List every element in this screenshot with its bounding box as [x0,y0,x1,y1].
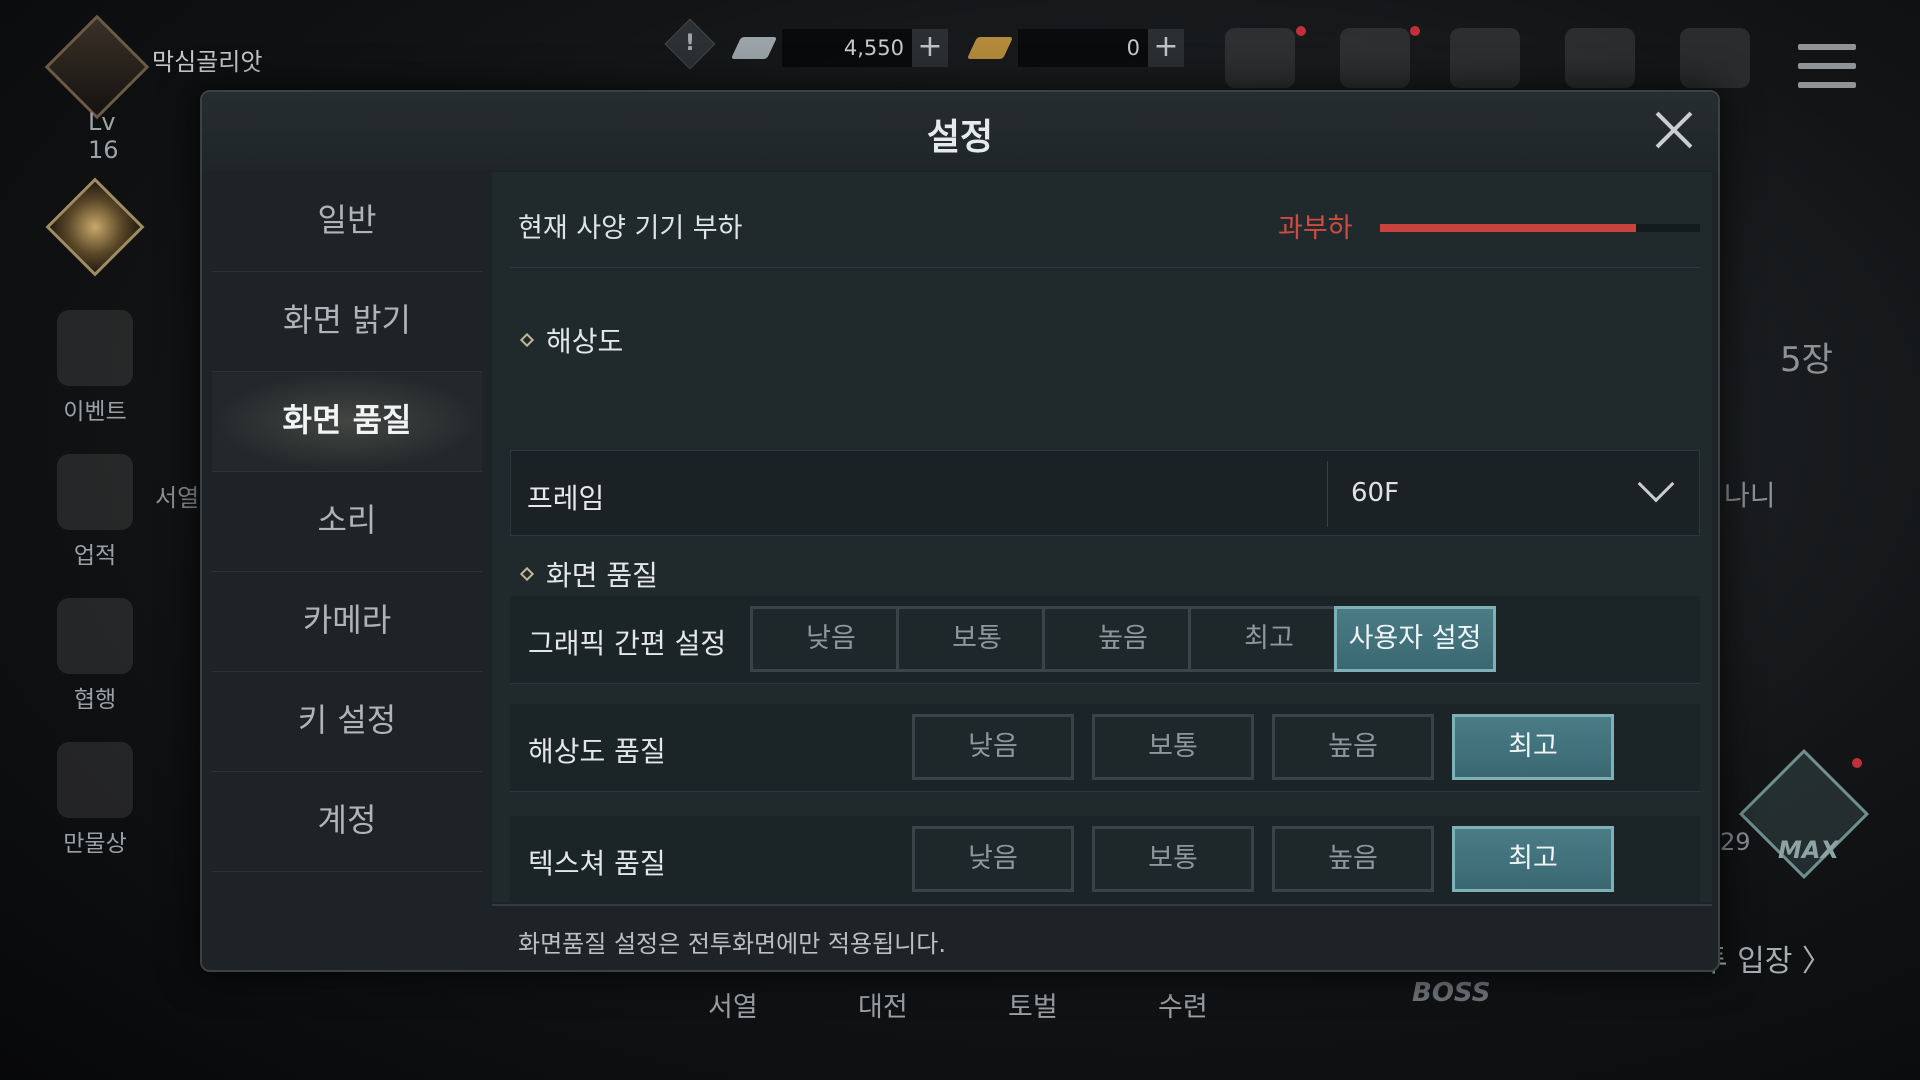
texture-quality-low-button[interactable]: 낮음 [912,826,1074,892]
side-item-label: 만물상 [63,831,127,857]
graphic-preset-high-button[interactable]: 높음 [1042,606,1204,672]
notification-dot [1296,26,1306,36]
diamond-bullet-icon [519,566,535,582]
bg-seoyeol-label: 서열 [155,484,200,512]
device-load-row: 현재 사양 기기 부하 과부하 [510,172,1700,268]
resolution-quality-low-button[interactable]: 낮음 [912,714,1074,780]
resolution-quality-best-button[interactable]: 최고 [1452,714,1614,780]
resolution-quality-label: 해상도 품질 [528,735,666,768]
bottom-tab-seoyeol[interactable]: 서열 [708,985,758,1024]
diamond-bullet-icon [519,332,535,348]
graphic-preset-custom-button[interactable]: 사용자 설정 [1334,606,1496,672]
texture-quality-normal-button[interactable]: 보통 [1092,826,1254,892]
tab-account[interactable]: 계정 [212,772,482,872]
book-icon[interactable] [1565,28,1635,88]
divider [1327,461,1328,527]
resolution-section-heading: 해상도 [519,320,624,360]
side-item-label: 협행 [73,687,117,713]
side-item-event[interactable]: 이벤트 [40,310,150,426]
texture-quality-best-button[interactable]: 최고 [1452,826,1614,892]
graphic-preset-row: 그래픽 간편 설정 낮음 보통 높음 최고 사용자 설정 [510,596,1700,684]
tab-display-quality[interactable]: 화면 품질 [212,372,482,472]
tab-general[interactable]: 일반 [212,172,482,272]
profile-emblem-icon [44,14,150,120]
modal-title: 설정 [926,117,994,158]
resolution-section-title: 해상도 [546,325,624,358]
bg-nani-label: 나니 [1724,479,1776,512]
scroll-bundle-icon[interactable] [1225,28,1295,88]
currency-gold: 0 + [966,28,1184,68]
bell-icon [45,177,145,277]
notification-dot [1410,26,1420,36]
tab-sound[interactable]: 소리 [212,472,482,572]
tab-key-settings[interactable]: 키 설정 [212,672,482,772]
resolution-quality-row: 해상도 품질 낮음 보통 높음 최고 [510,704,1700,792]
gold-ingot-icon [966,37,1014,59]
alert-icon[interactable]: ! [664,18,716,70]
max-label: MAX [1778,836,1839,864]
bell-button[interactable] [40,177,150,277]
resolution-quality-high-button[interactable]: 높음 [1272,714,1434,780]
modal-header: 설정 [202,92,1718,170]
side-item-label: 이벤트 [63,399,127,425]
bg-number-label: 29 [1720,828,1751,856]
bottom-tab-daejeon[interactable]: 대전 [858,985,908,1024]
texture-quality-high-button[interactable]: 높음 [1272,826,1434,892]
frame-dropdown[interactable]: 프레임 60F [510,450,1700,536]
currency-silver: 4,550 + [730,28,948,68]
device-load-status: 과부하 [1278,213,1353,244]
tab-camera[interactable]: 카메라 [212,572,482,672]
profile[interactable]: Lv 16 [30,14,150,164]
profile-level: Lv 16 [88,108,119,164]
graphic-preset-best-button[interactable]: 최고 [1188,606,1350,672]
graphic-preset-label: 그래픽 간편 설정 [528,627,727,660]
silver-amount: 4,550 [782,29,912,67]
texture-quality-label: 텍스쳐 품질 [528,847,666,880]
silver-ingot-icon [730,37,778,59]
menu-icon[interactable] [1798,44,1856,101]
tab-brightness[interactable]: 화면 밝기 [212,272,482,372]
cart-icon [57,742,133,818]
chest-icon [57,598,133,674]
bottom-tab-tobeol[interactable]: 토벌 [1008,985,1058,1024]
bag-icon[interactable] [1680,28,1750,88]
boss-label: BOSS [1412,978,1491,1008]
quality-section-heading: 화면 품질 [519,554,658,594]
bg-count-label: 5장 [1780,340,1833,380]
settings-content: 현재 사양 기기 부하 과부하 해상도 프레임 60F 화면 품질 그래픽 간편… [492,172,1712,902]
profile-name: 막심골리앗 [152,48,263,76]
silver-add-button[interactable]: + [912,29,948,67]
side-item-label: 업적 [73,543,117,569]
graphic-preset-normal-button[interactable]: 보통 [896,606,1058,672]
weapon-icon[interactable] [1340,28,1410,88]
hat-icon[interactable] [1450,28,1520,88]
side-item-shop[interactable]: 만물상 [40,742,150,858]
chevron-down-icon [1637,465,1675,503]
quality-section-title: 화면 품질 [546,559,658,592]
footer-note: 화면품질 설정은 전투화면에만 적용됩니다. [492,904,1712,974]
side-item-hyeophaeng[interactable]: 협행 [40,598,150,714]
graphic-preset-low-button[interactable]: 낮음 [750,606,912,672]
alert-mark: ! [684,31,696,56]
bottom-tab-suryeon[interactable]: 수련 [1158,985,1208,1024]
resolution-quality-normal-button[interactable]: 보통 [1092,714,1254,780]
texture-quality-row: 텍스쳐 품질 낮음 보통 높음 최고 [510,816,1700,902]
close-button[interactable] [1648,104,1700,156]
frame-value: 60F [1351,478,1400,508]
settings-modal: 설정 일반 화면 밝기 화면 품질 소리 카메라 키 설정 계정 현재 사양 기… [200,90,1720,972]
settings-nav: 일반 화면 밝기 화면 품질 소리 카메라 키 설정 계정 [212,172,482,872]
side-item-achievement[interactable]: 업적 [40,454,150,570]
device-load-fill [1380,224,1636,232]
scroll-icon [57,454,133,530]
frame-label: 프레임 [527,482,605,515]
gold-add-button[interactable]: + [1148,29,1184,67]
device-load-label: 현재 사양 기기 부하 [518,213,743,244]
device-load-bar [1380,224,1700,232]
event-board-icon [57,310,133,386]
footer-note-text: 화면품질 설정은 전투화면에만 적용됩니다. [518,930,946,958]
notification-dot [1852,758,1862,768]
gold-amount: 0 [1018,29,1148,67]
